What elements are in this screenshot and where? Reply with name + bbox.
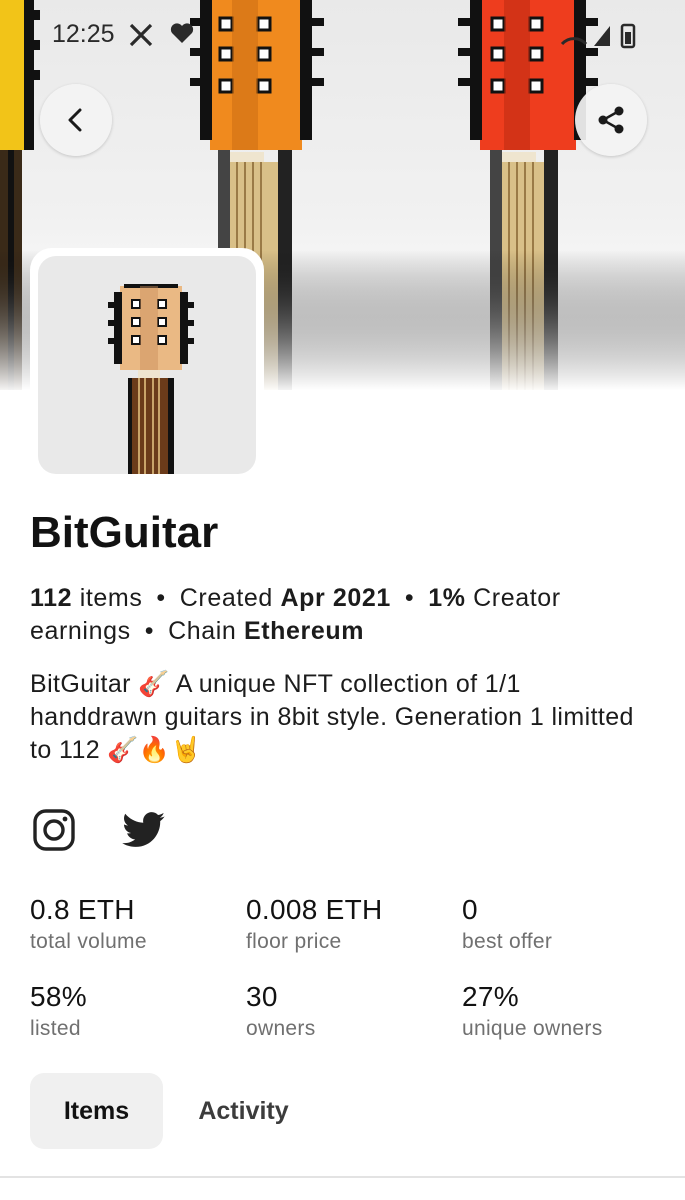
stat-floor-price: 0.008 ETH floor price (246, 894, 446, 954)
stat-value: 27% (462, 981, 519, 1012)
stat-label: total volume (30, 930, 147, 953)
instagram-icon[interactable] (32, 808, 76, 852)
stat-unique-owners: 27% unique owners (462, 981, 662, 1041)
stat-owners: 30 owners (246, 981, 446, 1041)
stat-best-offer: 0 best offer (462, 894, 662, 954)
stat-value: 0.8 ETH (30, 894, 135, 925)
tab-items[interactable]: Items (30, 1073, 163, 1149)
chain-value: Ethereum (243, 617, 365, 645)
stat-label: listed (30, 1017, 81, 1040)
stat-listed: 58% listed (30, 981, 230, 1041)
chain-label: Chain (168, 617, 237, 645)
status-time: 12:25 (52, 20, 115, 48)
collection-avatar[interactable] (38, 256, 256, 474)
chevron-left-icon (68, 108, 82, 132)
avatar-guitar-art (108, 284, 194, 474)
collection-avatar-frame (30, 248, 264, 482)
items-count: 112 (30, 584, 73, 612)
stat-total-volume: 0.8 ETH total volume (30, 894, 230, 954)
wifi-icon (560, 37, 588, 46)
tabs-divider (0, 1176, 685, 1178)
stat-value: 0 (462, 894, 478, 925)
stat-value: 0.008 ETH (246, 894, 383, 925)
stat-value: 58% (30, 981, 87, 1012)
items-label: items (79, 584, 143, 612)
stat-value: 30 (246, 981, 278, 1012)
twitter-icon[interactable] (122, 812, 166, 848)
back-button[interactable] (40, 84, 112, 156)
stat-label: owners (246, 1017, 316, 1040)
stat-label: floor price (246, 930, 342, 953)
share-icon (598, 106, 624, 134)
x-app-icon (129, 23, 153, 47)
collection-title: BitGuitar (30, 508, 219, 557)
tab-activity[interactable]: Activity (176, 1073, 311, 1149)
stat-label: best offer (462, 930, 553, 953)
system-status-icons (560, 23, 636, 49)
created-label: Created (179, 584, 273, 612)
heart-icon (170, 23, 194, 43)
creator-earnings-value: 1% (428, 584, 466, 612)
status-bar: 12:25 (0, 0, 685, 68)
collection-meta: 112 items • Created Apr 2021 • 1% Creator ea… (30, 584, 561, 645)
stat-label: unique owners (462, 1017, 603, 1040)
signal-icon (594, 26, 610, 46)
created-date: Apr 2021 (280, 584, 391, 612)
share-button[interactable] (575, 84, 647, 156)
collection-description: BitGuitar 🎸 A unique NFT collection of 1… (30, 670, 634, 764)
